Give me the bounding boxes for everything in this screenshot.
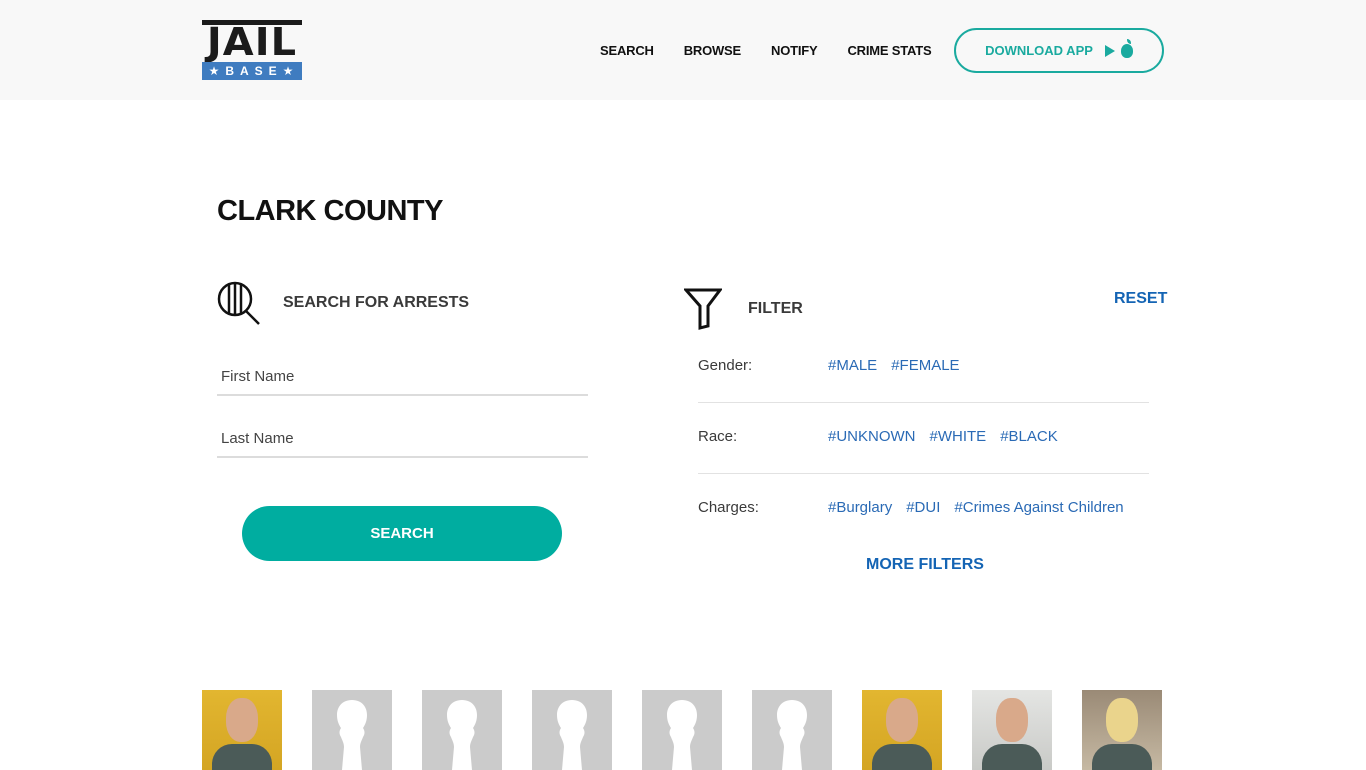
google-play-icon	[1104, 44, 1115, 57]
mugshot-thumbnail[interactable]	[202, 690, 282, 770]
site-header: JAIL ★BASE★ SEARCH BROWSE NOTIFY CRIME S…	[0, 0, 1366, 100]
mugshot-placeholder[interactable]	[642, 690, 722, 770]
apple-icon	[1120, 38, 1133, 58]
mugshot-body	[212, 744, 272, 770]
filter-row-race: Race: #UNKNOWN #WHITE #BLACK	[698, 428, 1149, 445]
search-button[interactable]: SEARCH	[242, 506, 562, 561]
filter-row-charges: Charges: #Burglary #DUI #Crimes Against …	[698, 499, 1149, 516]
filter-heading: FILTER	[748, 300, 803, 317]
person-silhouette-icon	[557, 700, 587, 770]
filter-divider	[698, 473, 1149, 474]
tag-dui[interactable]: #DUI	[906, 499, 940, 516]
person-silhouette-icon	[447, 700, 477, 770]
mugshot-thumbnail[interactable]	[1082, 690, 1162, 770]
logo-jail-text: JAIL	[206, 20, 298, 64]
jailbase-logo[interactable]: JAIL ★BASE★	[202, 20, 302, 80]
tag-burglary[interactable]: #Burglary	[828, 499, 892, 516]
mugshot-body	[1092, 744, 1152, 770]
filter-label-charges: Charges:	[698, 499, 759, 516]
mugshot-body	[872, 744, 932, 770]
filter-icon	[684, 288, 722, 330]
first-name-input[interactable]	[217, 358, 588, 396]
nav-notify[interactable]: NOTIFY	[771, 43, 818, 58]
mugshot-face	[886, 698, 918, 742]
tag-crimes-against-children[interactable]: #Crimes Against Children	[954, 499, 1123, 516]
nav-crime-stats[interactable]: CRIME STATS	[847, 43, 931, 58]
person-silhouette-icon	[777, 700, 807, 770]
reset-filters-link[interactable]: RESET	[1114, 290, 1167, 308]
tag-female[interactable]: #FEMALE	[891, 357, 959, 374]
mugshot-thumbnail[interactable]	[862, 690, 942, 770]
tag-unknown[interactable]: #UNKNOWN	[828, 428, 916, 445]
filter-section-header: FILTER	[684, 288, 803, 330]
person-silhouette-icon	[667, 700, 697, 770]
search-icon	[217, 281, 260, 325]
mugshot-face	[226, 698, 258, 742]
logo-base-text: ★BASE★	[202, 62, 302, 80]
mugshot-body	[982, 744, 1042, 770]
filter-divider	[698, 402, 1149, 403]
tag-black[interactable]: #BLACK	[1000, 428, 1058, 445]
filter-label-race: Race:	[698, 428, 738, 445]
page-title: CLARK COUNTY	[217, 195, 444, 227]
filter-row-gender: Gender: #MALE #FEMALE	[698, 357, 1149, 374]
nav-search[interactable]: SEARCH	[600, 43, 654, 58]
tag-white[interactable]: #WHITE	[930, 428, 987, 445]
person-silhouette-icon	[337, 700, 367, 770]
mugshot-placeholder[interactable]	[752, 690, 832, 770]
tag-male[interactable]: #MALE	[828, 357, 877, 374]
store-icons	[1104, 38, 1133, 58]
more-filters-link[interactable]: MORE FILTERS	[866, 556, 984, 574]
search-heading: SEARCH FOR ARRESTS	[283, 294, 470, 311]
mugshot-strip	[202, 690, 1162, 770]
filter-label-gender: Gender:	[698, 357, 753, 374]
download-app-label: DOWNLOAD APP	[985, 43, 1093, 58]
mugshot-face	[996, 698, 1028, 742]
main-nav: SEARCH BROWSE NOTIFY CRIME STATS	[600, 43, 932, 58]
mugshot-placeholder[interactable]	[422, 690, 502, 770]
mugshot-thumbnail[interactable]	[972, 690, 1052, 770]
search-section-header: SEARCH FOR ARRESTS	[217, 281, 469, 325]
mugshot-placeholder[interactable]	[312, 690, 392, 770]
nav-browse[interactable]: BROWSE	[684, 43, 742, 58]
download-app-button[interactable]: DOWNLOAD APP	[954, 28, 1164, 73]
mugshot-face	[1106, 698, 1138, 742]
last-name-input[interactable]	[217, 420, 588, 458]
mugshot-placeholder[interactable]	[532, 690, 612, 770]
